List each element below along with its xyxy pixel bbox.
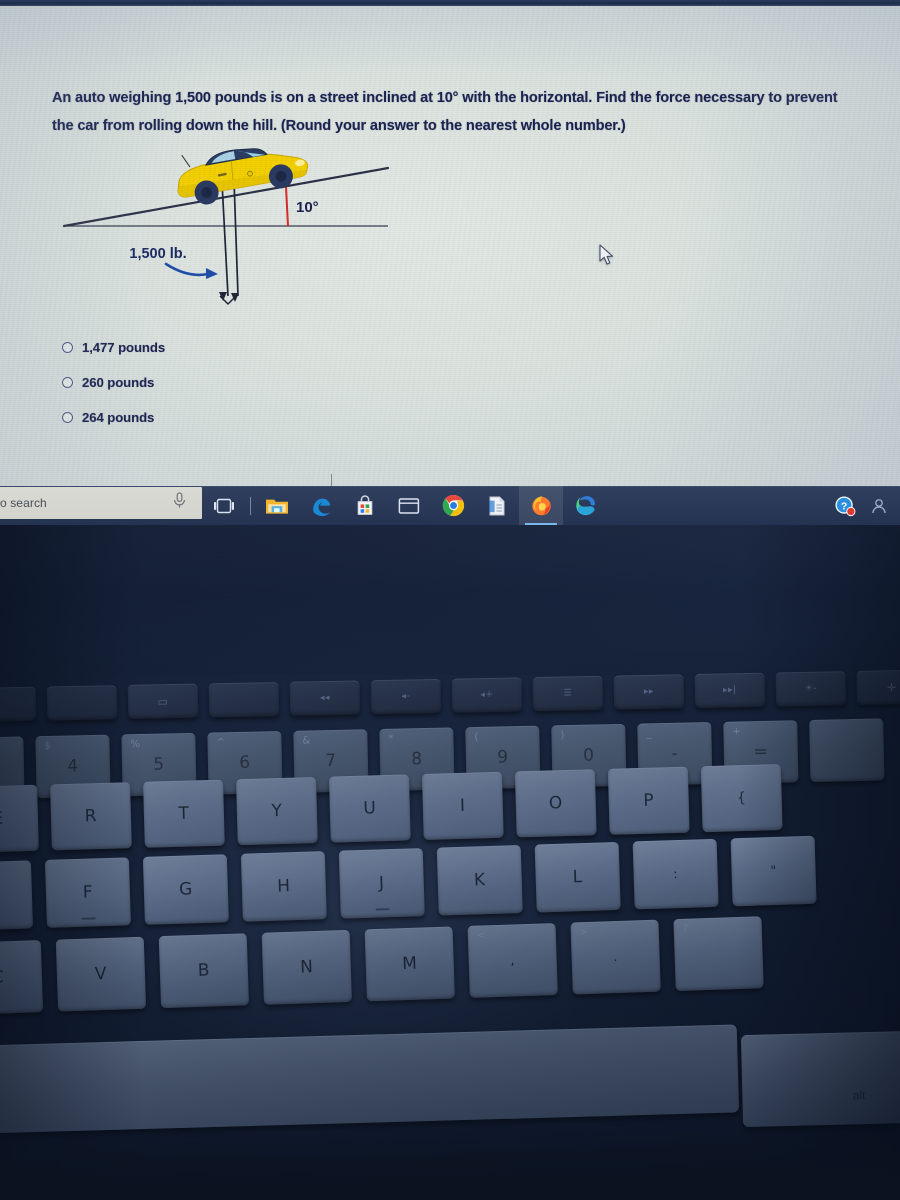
weight-callout-arrow	[164, 262, 218, 279]
key-semicolon[interactable]: :	[632, 838, 719, 910]
key-f6[interactable]	[208, 681, 280, 718]
get-help-button[interactable]: ?	[828, 486, 862, 525]
task-view-icon	[214, 498, 234, 513]
option-2[interactable]: 260 pounds	[62, 365, 362, 400]
key-d[interactable]: D	[0, 860, 34, 931]
taskbar-separator	[250, 496, 251, 515]
key-alt-label: alt	[852, 1088, 866, 1103]
key-spacebar[interactable]	[0, 1024, 740, 1134]
radio-button-icon[interactable]	[62, 377, 73, 388]
key-k[interactable]: K	[436, 844, 523, 916]
key-brightness-up[interactable]: ✛	[856, 669, 900, 705]
key-f8[interactable]: ◂-	[370, 678, 442, 715]
key-u[interactable]: U	[328, 774, 411, 843]
edge-chromium-button[interactable]	[563, 486, 607, 525]
key-o[interactable]: O	[514, 769, 597, 838]
folder-icon	[266, 499, 288, 514]
key-f[interactable]: F	[44, 857, 131, 928]
key-c[interactable]: C	[0, 940, 44, 1015]
radio-button-icon[interactable]	[62, 342, 73, 353]
keyboard-home-row: D F G H J K L : "	[0, 835, 817, 931]
window-app-button[interactable]	[387, 486, 431, 525]
mouse-cursor	[599, 244, 614, 265]
laptop-body-photo: ▭ ◂◂ ◂- ◂+ ☰ ▸▸ ▸▸| ☀- ✛ #3 $4 %5 ^6 &7 …	[0, 525, 900, 1200]
key-j[interactable]: J	[338, 848, 425, 919]
edge-chromium-icon	[575, 496, 595, 516]
key-f4[interactable]	[46, 685, 118, 721]
key-b[interactable]: B	[158, 933, 250, 1009]
taskbar-system-tray: ?	[828, 486, 900, 525]
edge-legacy-icon	[313, 498, 330, 516]
firefox-icon	[531, 496, 551, 516]
file-explorer-button[interactable]	[255, 486, 299, 525]
document-button[interactable]	[475, 486, 519, 525]
key-l[interactable]: L	[534, 841, 621, 913]
key-i[interactable]: I	[421, 771, 504, 841]
user-account-button[interactable]	[862, 486, 896, 525]
key-quote[interactable]: "	[730, 835, 817, 907]
keyboard-function-row: ▭ ◂◂ ◂- ◂+ ☰ ▸▸ ▸▸| ☀- ✛	[0, 668, 900, 722]
key-brightness-down[interactable]: ☀-	[775, 671, 847, 707]
physical-keyboard: ▭ ◂◂ ◂- ◂+ ☰ ▸▸ ▸▸| ☀- ✛ #3 $4 %5 ^6 &7 …	[0, 525, 900, 1200]
key-t[interactable]: T	[143, 779, 225, 848]
angle-label: 10°	[296, 199, 319, 216]
radio-button-icon[interactable]	[62, 412, 73, 423]
key-g[interactable]: G	[142, 854, 229, 925]
window-icon	[398, 497, 420, 514]
incline-diagram: 10° 1,500 lb.	[48, 146, 448, 326]
person-icon	[872, 498, 886, 513]
key-slash[interactable]: ?	[673, 916, 764, 992]
angle-marker	[285, 186, 289, 227]
key-y[interactable]: Y	[235, 776, 318, 846]
chrome-icon	[442, 494, 464, 517]
option-3-label: 264 pounds	[82, 410, 155, 425]
key-f10[interactable]: ☰	[532, 675, 604, 712]
key-backspace[interactable]	[809, 718, 885, 782]
edge-legacy-button[interactable]	[299, 486, 343, 525]
option-1[interactable]: 1,477 pounds	[62, 330, 362, 365]
option-3[interactable]: 264 pounds	[62, 400, 362, 435]
key-v[interactable]: V	[55, 936, 147, 1012]
key-e[interactable]: E	[0, 784, 39, 853]
taskbar-app-icons	[202, 486, 607, 525]
key-alt-right[interactable]: alt	[740, 1030, 900, 1128]
microsoft-store-button[interactable]	[343, 486, 387, 525]
key-f3[interactable]	[0, 686, 37, 722]
key-n[interactable]: N	[261, 929, 352, 1005]
key-f7[interactable]: ◂◂	[289, 680, 361, 716]
key-bracket-left[interactable]: {	[700, 764, 783, 833]
key-f11[interactable]: ▸▸	[613, 674, 685, 710]
task-view-button[interactable]	[202, 486, 246, 525]
key-f5[interactable]: ▭	[127, 683, 199, 719]
key-comma[interactable]: <,	[467, 923, 558, 998]
chrome-button[interactable]	[431, 486, 475, 525]
svg-text:?: ?	[841, 500, 847, 512]
key-r[interactable]: R	[50, 782, 132, 851]
taskbar-search-box[interactable]: o search	[0, 487, 202, 519]
question-mark-icon: ?	[835, 495, 856, 516]
windows-taskbar: o search ?	[0, 486, 900, 525]
monitor-screen: An auto weighing 1,500 pounds is on a st…	[0, 6, 900, 530]
key-p[interactable]: P	[607, 766, 690, 835]
weight-label: 1,500 lb.	[129, 246, 186, 262]
taskbar-search-placeholder: o search	[0, 496, 47, 510]
document-icon	[489, 496, 505, 515]
option-1-label: 1,477 pounds	[82, 340, 166, 355]
key-f9[interactable]: ◂+	[451, 677, 523, 713]
question-text: An auto weighing 1,500 pounds is on a st…	[52, 90, 838, 134]
answer-options: 1,477 pounds 260 pounds 264 pounds	[62, 330, 362, 435]
microphone-icon[interactable]	[173, 492, 186, 514]
screenshot-root: An auto weighing 1,500 pounds is on a st…	[0, 0, 900, 1200]
keyboard-bottom-row: C V B N M <, >. ?	[0, 916, 764, 1015]
store-bag-icon	[357, 494, 373, 515]
key-f12[interactable]: ▸▸|	[694, 672, 766, 709]
key-period[interactable]: >.	[570, 919, 661, 995]
firefox-button[interactable]	[519, 486, 563, 525]
car-illustration	[177, 148, 309, 205]
key-h[interactable]: H	[240, 851, 327, 922]
option-2-label: 260 pounds	[82, 375, 155, 390]
key-m[interactable]: M	[364, 926, 455, 1002]
